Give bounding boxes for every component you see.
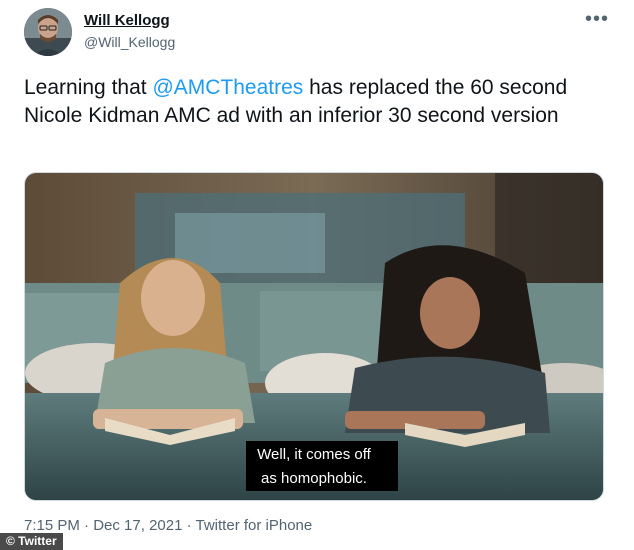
meta-separator: · xyxy=(182,517,196,534)
tweet-card: Will Kellogg @Will_Kellogg ••• Learning … xyxy=(0,0,634,550)
tweet-date[interactable]: Dec 17, 2021 xyxy=(93,517,182,534)
more-options-icon[interactable]: ••• xyxy=(585,8,609,31)
avatar-image xyxy=(24,8,72,56)
subtitle-line-2: as homophobic. xyxy=(261,470,367,487)
tweet-metadata: 7:15 PM · Dec 17, 2021 · Twitter for iPh… xyxy=(24,517,312,534)
image-credit: © Twitter xyxy=(0,533,63,550)
author-handle[interactable]: @Will_Kellogg xyxy=(84,34,175,50)
tweet-source[interactable]: Twitter for iPhone xyxy=(196,517,313,534)
mention-link[interactable]: @AMCTheatres xyxy=(152,76,303,99)
tweet-time[interactable]: 7:15 PM xyxy=(24,517,80,534)
tweet-media[interactable]: Well, it comes off as homophobic. xyxy=(24,172,604,501)
subtitle-line-1: Well, it comes off xyxy=(257,446,371,463)
meta-separator: · xyxy=(79,517,94,534)
author-name[interactable]: Will Kellogg xyxy=(84,12,170,29)
tweet-text-start: Learning that xyxy=(24,76,153,99)
avatar[interactable] xyxy=(24,8,72,56)
tweet-text: Learning that @AMCTheatres has replaced … xyxy=(24,74,594,130)
